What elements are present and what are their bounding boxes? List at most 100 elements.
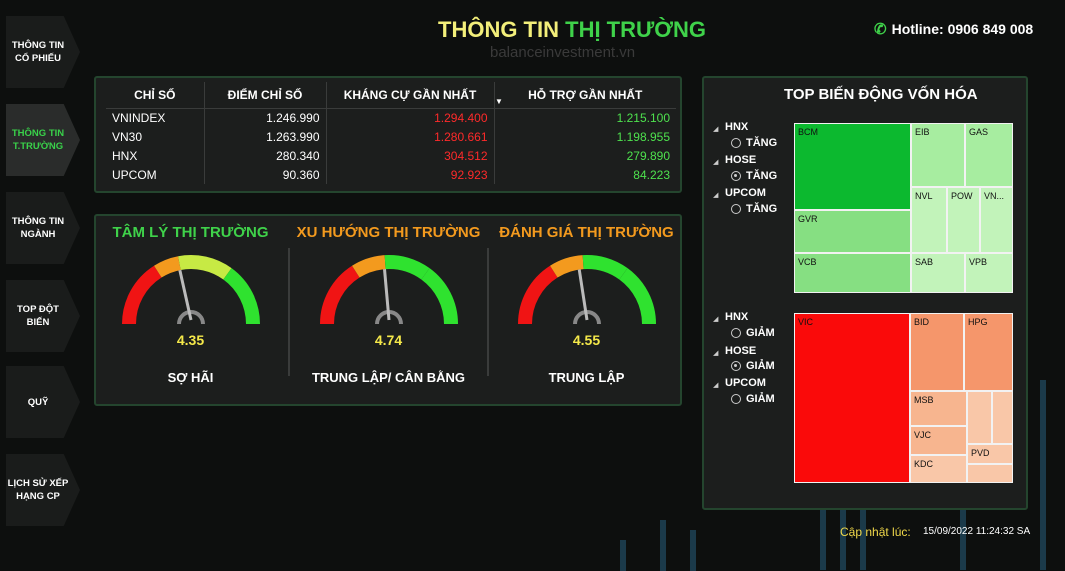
filter-exchange-hose[interactable]: HOSE xyxy=(725,154,756,166)
divider xyxy=(288,248,290,376)
nav-label: TOP ĐỘT xyxy=(17,304,59,315)
column-header[interactable]: KHÁNG CỰ GẦN NHẤT xyxy=(326,82,495,109)
nav-top-movers[interactable]: TOP ĐỘT BIẾN xyxy=(6,280,80,352)
gauge-segment xyxy=(384,255,430,280)
gauge-value: 4.35 xyxy=(176,332,205,348)
radio-hnx-up[interactable] xyxy=(731,138,741,148)
treemap-tile[interactable]: VN... xyxy=(980,187,1013,253)
table-header-row: CHỈ SỐ ĐIỂM CHỈ SỐ KHÁNG CỰ GẦN NHẤT HỖ … xyxy=(106,82,676,109)
treemap-tile[interactable] xyxy=(967,391,992,444)
update-timestamp: 15/09/2022 11:24:32 SA xyxy=(923,526,1031,537)
radio-hnx-down[interactable] xyxy=(731,328,741,338)
nav-stock-info[interactable]: THÔNG TIN CỔ PHIẾU xyxy=(6,16,80,88)
nav-funds[interactable]: QUỸ xyxy=(6,366,80,438)
treemap-tile[interactable]: GAS xyxy=(965,123,1013,187)
radio-upcom-down[interactable] xyxy=(731,394,741,404)
radio-hose-down[interactable] xyxy=(731,361,741,371)
filter-exchange-upcom[interactable]: UPCOM xyxy=(725,187,766,199)
nav-label: THÔNG TIN xyxy=(11,128,65,139)
treemap-tile[interactable]: EIB xyxy=(911,123,965,187)
assessment-gauge: ĐÁNH GIÁ THỊ TRƯỜNG 4.55 TRUNG LẬP xyxy=(494,224,679,394)
table-row[interactable]: UPCOM 90.360 92.923 84.223 xyxy=(106,165,676,184)
expand-caret-icon[interactable]: ◢ xyxy=(713,158,718,166)
treemap-tile[interactable]: GVR xyxy=(794,210,911,253)
treemap-tile[interactable]: VIC xyxy=(794,313,910,483)
radio-label[interactable]: GIẢM xyxy=(746,393,775,405)
filter-exchange-hnx[interactable]: HNX xyxy=(725,311,748,323)
nav-market-info[interactable]: THÔNG TIN T.TRƯỜNG xyxy=(6,104,80,176)
nav-ranking-history[interactable]: LỊCH SỬ XẾP HẠNG CP xyxy=(6,454,80,526)
treemap-tile[interactable]: BID xyxy=(910,313,964,391)
column-header[interactable]: ĐIỂM CHỈ SỐ xyxy=(204,82,327,109)
gauge-segment xyxy=(122,265,162,325)
gauge-segment xyxy=(582,255,628,280)
index-table: CHỈ SỐ ĐIỂM CHỈ SỐ KHÁNG CỰ GẦN NHẤT HỖ … xyxy=(106,82,676,184)
nav-label: NGÀNH xyxy=(20,229,56,240)
radio-label[interactable]: GIẢM xyxy=(746,327,775,339)
resistance-cell: 304.512 xyxy=(326,146,495,165)
table-row[interactable]: HNX 280.340 304.512 279.890 xyxy=(106,146,676,165)
treemap-tile[interactable]: HPG xyxy=(964,313,1013,391)
filter-exchange-upcom[interactable]: UPCOM xyxy=(725,377,766,389)
column-header[interactable]: CHỈ SỐ xyxy=(106,82,205,109)
expand-caret-icon[interactable]: ◢ xyxy=(713,349,718,357)
gauge-title: ĐÁNH GIÁ THỊ TRƯỜNG xyxy=(499,224,674,241)
radio-hose-up[interactable] xyxy=(731,171,741,181)
radio-label[interactable]: TĂNG xyxy=(746,170,777,182)
resistance-cell: 1.280.661 xyxy=(326,127,495,146)
gauge-segment xyxy=(421,268,458,325)
table-row[interactable]: VNINDEX 1.246.990 1.294.400 1.215.100 xyxy=(106,108,676,127)
expand-caret-icon[interactable]: ◢ xyxy=(713,191,718,199)
index-point-cell: 1.263.990 xyxy=(204,127,327,146)
support-cell: 1.215.100 xyxy=(616,110,670,125)
radio-upcom-up[interactable] xyxy=(731,204,741,214)
expand-caret-icon[interactable]: ◢ xyxy=(713,125,718,133)
expand-caret-icon[interactable]: ◢ xyxy=(713,315,718,323)
phone-icon: ✆ xyxy=(874,21,887,38)
resistance-cell: 92.923 xyxy=(326,165,495,184)
expand-caret-icon[interactable]: ◢ xyxy=(713,381,718,389)
treemap-tile[interactable]: VJC xyxy=(910,426,967,455)
gauge-value: 4.74 xyxy=(374,332,403,348)
radio-label[interactable]: TĂNG xyxy=(746,203,777,215)
index-point-cell: 280.340 xyxy=(204,146,327,165)
filter-exchange-hose[interactable]: HOSE xyxy=(725,345,756,357)
sort-down-icon[interactable]: ▼ xyxy=(495,97,503,106)
gauge-title: TÂM LÝ THỊ TRƯỜNG xyxy=(112,224,269,241)
resistance-cell: 1.294.400 xyxy=(326,108,495,127)
filter-exchange-hnx[interactable]: HNX xyxy=(725,121,748,133)
hotline[interactable]: ✆ Hotline: 0906 849 008 xyxy=(874,20,1033,38)
treemap-tile[interactable]: MSB xyxy=(910,391,967,426)
gauge-segment xyxy=(178,255,232,280)
nav-sector-info[interactable]: THÔNG TIN NGÀNH xyxy=(6,192,80,264)
index-point-cell: 90.360 xyxy=(204,165,327,184)
nav-label: LỊCH SỬ XẾP xyxy=(7,478,69,489)
nav-label: T.TRƯỜNG xyxy=(12,141,64,152)
gauge-label: TRUNG LẬP xyxy=(548,370,625,385)
title-part-1: THÔNG TIN xyxy=(438,17,559,42)
column-header[interactable]: HỖ TRỢ GẦN NHẤT xyxy=(494,82,676,109)
treemap-tile[interactable]: BCM xyxy=(794,123,911,210)
treemap-tile[interactable]: VCB xyxy=(794,253,911,293)
treemap-tile[interactable] xyxy=(992,391,1013,444)
treemap-tile[interactable]: POW xyxy=(947,187,980,253)
gauge-label: SỢ HÃI xyxy=(167,370,214,385)
gauge-value: 4.55 xyxy=(572,332,601,348)
treemap-tile[interactable]: VPB xyxy=(965,253,1013,293)
divider xyxy=(487,248,489,376)
gauge-segment xyxy=(518,265,558,325)
table-row[interactable]: VN30 1.263.990 1.280.661 1.198.955 xyxy=(106,127,676,146)
hotline-text: Hotline: 0906 849 008 xyxy=(891,21,1034,37)
treemap-tile[interactable]: NVL xyxy=(911,187,947,253)
top-cap-title: TOP BIẾN ĐỘNG VỐN HÓA xyxy=(784,86,978,103)
gauge-label: TRUNG LẬP/ CÂN BẰNG xyxy=(311,370,466,385)
support-cell: 84.223 xyxy=(633,167,670,182)
radio-label[interactable]: TĂNG xyxy=(746,137,777,149)
gauge-dial xyxy=(320,255,458,325)
treemap-tile[interactable]: PVD xyxy=(967,444,1013,464)
treemap-tile[interactable]: SAB xyxy=(911,253,965,293)
nav-label: QUỸ xyxy=(27,396,49,408)
treemap-tile[interactable]: KDC xyxy=(910,455,967,483)
radio-label[interactable]: GIẢM xyxy=(746,360,775,372)
treemap-tile[interactable] xyxy=(967,464,1013,483)
